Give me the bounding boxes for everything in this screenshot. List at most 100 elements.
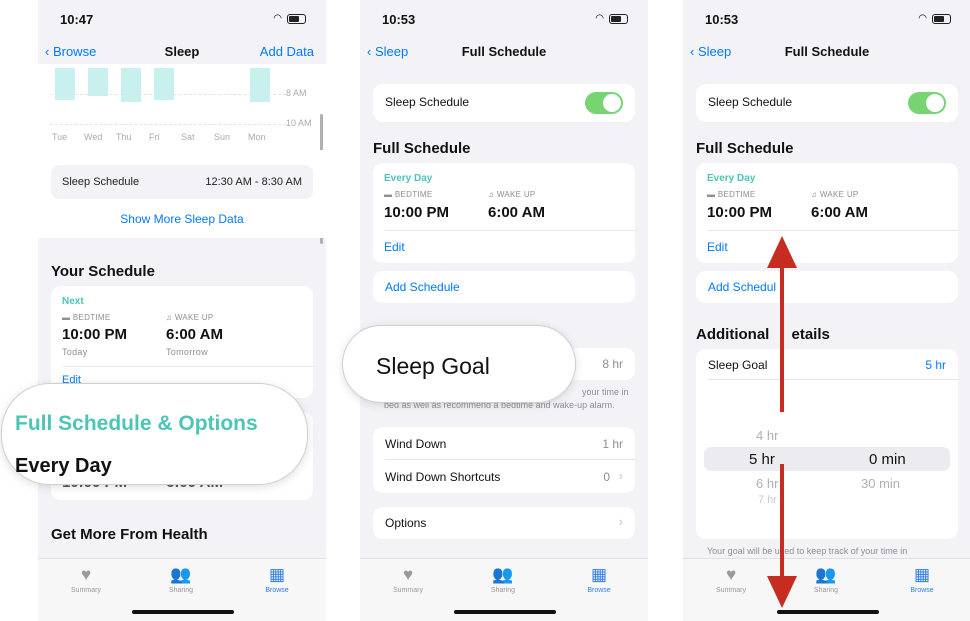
sleep-schedule-toggle[interactable]	[908, 92, 946, 114]
divider	[708, 230, 958, 231]
status-time: 10:53	[705, 12, 739, 27]
status-icons: ◠	[918, 13, 951, 24]
options-row[interactable]: Options ›	[373, 507, 635, 539]
tab-bar: ♥ Summary 👥 Sharing ▦ Browse	[38, 558, 326, 621]
tab-sharing[interactable]: 👥 Sharing	[473, 565, 533, 594]
grid-icon: ▦	[913, 565, 931, 584]
status-icons: ◠	[595, 13, 628, 24]
wind-down-shortcuts-label[interactable]: Wind Down Shortcuts	[385, 470, 500, 484]
grid-line	[50, 94, 286, 95]
home-indicator	[777, 610, 879, 614]
tab-bar: ♥ Summary 👥 Sharing ▦ Browse	[360, 558, 648, 621]
status-bar: 10:53 ◠	[683, 0, 970, 38]
people-icon: 👥	[170, 565, 192, 584]
show-more-link[interactable]: Show More Sleep Data	[38, 212, 326, 226]
bar-tue	[55, 68, 75, 100]
day-label: Thu	[116, 132, 132, 142]
tab-sharing[interactable]: 👥 Sharing	[796, 565, 856, 594]
day-label: Tue	[52, 132, 68, 142]
status-bar: 10:47 ◠	[38, 0, 326, 38]
phone-screen-sleep: 10:47 ◠ ‹ Browse Sleep Add Data 8 AM 10 …	[38, 0, 326, 621]
sleep-schedule-label: Sleep Schedule	[385, 95, 470, 109]
bedtime-value: 10:00 PM	[707, 204, 773, 221]
every-day-card: Every Day ▬ BEDTIME 10:00 PM ♫ WAKE UP 6…	[696, 163, 958, 263]
next-schedule-card: Next ▬ BEDTIME 10:00 PM Today ♫ WAKE UP …	[51, 286, 313, 398]
goal-picker[interactable]: 4 hr 5 hr 6 hr 7 hr 0 min 30 min	[696, 379, 958, 539]
bedtime-label: ▬ BEDTIME	[707, 190, 756, 199]
people-icon: 👥	[815, 565, 837, 584]
day-label: Fri	[149, 132, 160, 142]
status-time: 10:47	[60, 12, 94, 27]
section-title-full-schedule: Full Schedule	[373, 140, 471, 157]
add-data-button[interactable]: Add Data	[260, 44, 314, 59]
zoom-callout-sleep-goal: Sleep Goal	[343, 326, 575, 402]
tab-summary[interactable]: ♥ Summary	[378, 565, 438, 594]
bed-icon: ▬	[707, 190, 716, 199]
battery-icon	[287, 13, 306, 24]
heart-icon: ♥	[725, 565, 737, 584]
tab-browse[interactable]: ▦ Browse	[892, 565, 952, 594]
sleep-goal-label[interactable]: Sleep Goal	[708, 358, 767, 372]
divider	[385, 459, 635, 460]
nav-bar: ‹ Browse Sleep Add Data	[38, 38, 326, 64]
chevron-right-icon: ›	[618, 468, 623, 483]
section-title-your-schedule: Your Schedule	[51, 263, 155, 280]
sleep-schedule-toggle[interactable]	[585, 92, 623, 114]
zoom-callout-full-schedule: Full Schedule & Options Every Day	[2, 384, 307, 484]
chart-footer: Sleep Schedule 12:30 AM - 8:30 AM Show M…	[38, 150, 326, 238]
wakeup-value: 6:00 AM	[811, 204, 868, 221]
tab-browse[interactable]: ▦ Browse	[569, 565, 629, 594]
section-title-additional-details: Additional etails	[696, 326, 830, 343]
picker-minute-option[interactable]: 30 min	[861, 476, 900, 491]
battery-icon	[609, 13, 628, 24]
tab-summary[interactable]: ♥ Summary	[701, 565, 761, 594]
add-schedule-row[interactable]: Add Schedul	[696, 271, 958, 303]
day-label: Sun	[214, 132, 231, 142]
add-schedule-link[interactable]: Add Schedule	[385, 280, 460, 294]
swipe-arrow-annotation	[764, 236, 800, 608]
tab-sharing[interactable]: 👥 Sharing	[151, 565, 211, 594]
tab-summary[interactable]: ♥ Summary	[56, 565, 116, 594]
day-label: Mon	[248, 132, 266, 142]
phone-screen-full-schedule-picker: 10:53 ◠ ‹ Sleep Full Schedule Sleep Sche…	[683, 0, 970, 621]
sleep-schedule-summary[interactable]: Sleep Schedule 12:30 AM - 8:30 AM	[51, 165, 313, 199]
sleep-goal-card: Sleep Goal 5 hr 4 hr 5 hr 6 hr 7 hr 0 mi…	[696, 349, 958, 539]
picker-minute-selected[interactable]: 0 min	[869, 451, 906, 468]
picker-selection-band	[704, 447, 950, 471]
tab-browse[interactable]: ▦ Browse	[247, 565, 307, 594]
sleep-chart: 8 AM 10 AM Tue Wed Thu Fri Sat Sun Mon	[38, 64, 326, 244]
sleep-schedule-label: Sleep Schedule	[708, 95, 793, 109]
options-label[interactable]: Options	[385, 516, 426, 530]
status-time: 10:53	[382, 12, 416, 27]
sleep-goal-value: 8 hr	[602, 357, 623, 371]
bell-icon: ♫	[166, 313, 173, 322]
sleep-schedule-toggle-row: Sleep Schedule	[696, 84, 958, 122]
wind-down-label[interactable]: Wind Down	[385, 437, 446, 451]
wifi-icon: ◠	[918, 13, 927, 24]
bedtime-label: ▬ BEDTIME	[384, 190, 433, 199]
day-label: Wed	[84, 132, 103, 142]
wind-down-shortcuts-value: 0	[603, 470, 610, 484]
edit-link[interactable]: Edit	[384, 240, 405, 254]
wakeup-label: ♫ WAKE UP	[811, 190, 859, 199]
goal-footnote: Your goal will be used to keep track of …	[707, 546, 908, 556]
zoom-title[interactable]: Full Schedule & Options	[15, 412, 258, 436]
wakeup-label: ♫ WAKE UP	[166, 313, 214, 322]
zoom-sleep-goal[interactable]: Sleep Goal	[376, 353, 490, 380]
wind-down-value: 1 hr	[602, 437, 623, 451]
edit-link[interactable]: Edit	[707, 240, 728, 254]
tab-bar: ♥ Summary 👥 Sharing ▦ Browse	[683, 558, 970, 621]
sleep-goal-value[interactable]: 5 hr	[925, 358, 946, 372]
section-title-more: Get More From Health	[51, 526, 208, 543]
next-tag: Next	[62, 296, 84, 307]
bar-wed	[88, 68, 108, 96]
status-bar: 10:53 ◠	[360, 0, 648, 38]
nav-title: Full Schedule	[784, 44, 870, 59]
bar-mon	[250, 68, 270, 102]
bedtime-label: ▬ BEDTIME	[62, 313, 111, 322]
every-day-tag: Every Day	[384, 173, 433, 184]
add-schedule-row[interactable]: Add Schedule	[373, 271, 635, 303]
arrow-up-head-icon	[767, 236, 797, 268]
bedtime-sub: Today	[62, 347, 88, 357]
bed-icon: ▬	[62, 313, 71, 322]
